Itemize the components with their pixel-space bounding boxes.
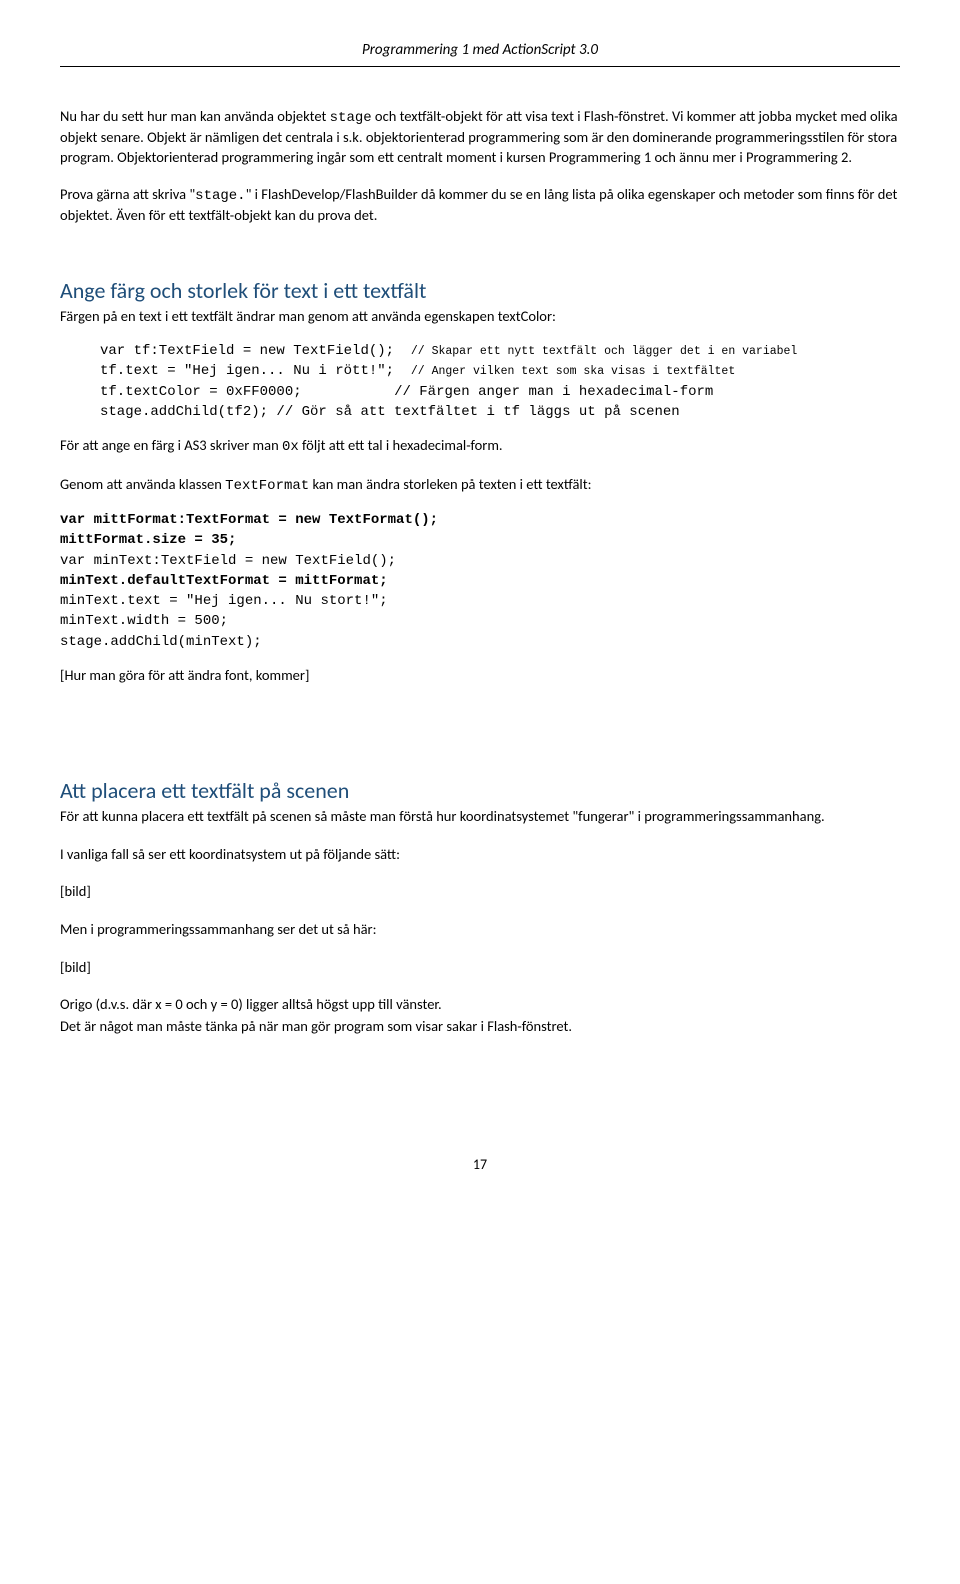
code-line: stage.addChild(tf2); // Gör så att textf… bbox=[100, 404, 680, 420]
code-line: tf.text = "Hej igen... Nu i rött!"; bbox=[100, 363, 394, 379]
code-block-2: var mittFormat:TextFormat = new TextForm… bbox=[60, 510, 900, 652]
text: För att ange en färg i AS3 skriver man bbox=[60, 436, 282, 454]
code-line: tf.textColor = 0xFF0000; bbox=[100, 384, 302, 400]
code-line: var tf:TextField = new TextField(); bbox=[100, 343, 394, 359]
code-comment: // Skapar ett nytt textfält och lägger d… bbox=[411, 345, 797, 358]
code-line: minText.width = 500; bbox=[60, 613, 228, 629]
text: följt att ett tal i hexadecimal-form. bbox=[299, 436, 503, 454]
code-block-1: var tf:TextField = new TextField(); // S… bbox=[100, 341, 900, 422]
code-line: stage.addChild(minText); bbox=[60, 634, 262, 650]
image-placeholder: [bild] bbox=[60, 958, 900, 978]
image-placeholder: [bild] bbox=[60, 882, 900, 902]
inline-code: TextFormat bbox=[225, 478, 309, 494]
code-comment: // Färgen anger man i hexadecimal-form bbox=[394, 384, 713, 400]
page-header: Programmering 1 med ActionScript 3.0 bbox=[60, 40, 900, 67]
section-heading-placement: Att placera ett textfält på scenen bbox=[60, 776, 900, 806]
paragraph-10: Origo (d.v.s. där x = 0 och y = 0) ligge… bbox=[60, 995, 900, 1015]
paragraph-8: I vanliga fall så ser ett koordinatsyste… bbox=[60, 845, 900, 865]
text: Prova gärna att skriva " bbox=[60, 185, 195, 203]
code-line-bold: var mittFormat:TextFormat = new TextForm… bbox=[60, 512, 438, 528]
paragraph-3: Färgen på en text i ett textfält ändrar … bbox=[60, 307, 900, 327]
code-comment: // Anger vilken text som ska visas i tex… bbox=[411, 365, 735, 378]
inline-code: stage bbox=[330, 110, 372, 126]
paragraph-5: Genom att använda klassen TextFormat kan… bbox=[60, 475, 900, 496]
text: Nu har du sett hur man kan använda objek… bbox=[60, 107, 330, 125]
section-heading-color-size: Ange färg och storlek för text i ett tex… bbox=[60, 276, 900, 306]
paragraph-4: För att ange en färg i AS3 skriver man 0… bbox=[60, 436, 900, 457]
paragraph-9: Men i programmeringssammanhang ser det u… bbox=[60, 920, 900, 940]
code-line-bold: minText.defaultTextFormat = mittFormat; bbox=[60, 573, 388, 589]
page-number: 17 bbox=[60, 1156, 900, 1175]
paragraph-2: Prova gärna att skriva "stage." i FlashD… bbox=[60, 185, 900, 225]
text: kan man ändra storleken på texten i ett … bbox=[309, 475, 591, 493]
inline-code: 0x bbox=[282, 439, 299, 455]
paragraph-11: Det är något man måste tänka på när man … bbox=[60, 1017, 900, 1037]
code-line-bold: mittFormat.size = 35; bbox=[60, 532, 236, 548]
text: Genom att använda klassen bbox=[60, 475, 225, 493]
paragraph-7: För att kunna placera ett textfält på sc… bbox=[60, 807, 900, 827]
paragraph-1: Nu har du sett hur man kan använda objek… bbox=[60, 107, 900, 167]
paragraph-6: [Hur man göra för att ändra font, kommer… bbox=[60, 666, 900, 686]
code-line: minText.text = "Hej igen... Nu stort!"; bbox=[60, 593, 388, 609]
code-line: var minText:TextField = new TextField(); bbox=[60, 553, 396, 569]
inline-code: stage. bbox=[195, 188, 245, 204]
